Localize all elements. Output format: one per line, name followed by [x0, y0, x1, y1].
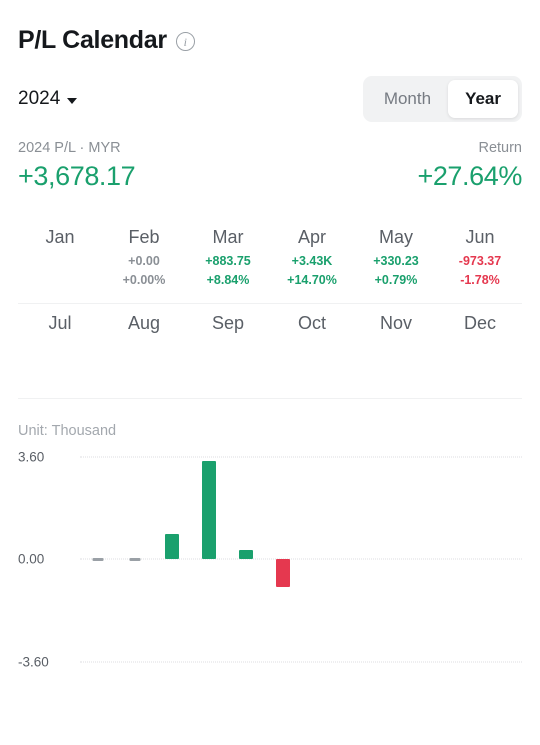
- chevron-down-icon: [67, 97, 78, 104]
- chart-bar-slot-mar[interactable]: [154, 457, 191, 662]
- chart-section: Unit: Thousand 3.60 0.00 -3.60: [18, 422, 522, 669]
- controls-row: 2024 Month Year: [18, 76, 522, 122]
- year-selector[interactable]: 2024: [18, 88, 78, 110]
- chart-bar-jun: [275, 559, 290, 587]
- month-name: Jan: [45, 227, 75, 247]
- return-value: +27.64%: [417, 161, 522, 191]
- chart-bar-slot-aug[interactable]: [338, 457, 375, 662]
- pl-value: +3,678.17: [18, 161, 136, 191]
- month-pct-value: +14.70%: [287, 273, 337, 288]
- pl-bar-chart: 3.60 0.00 -3.60: [18, 449, 522, 669]
- month-cell-aug[interactable]: Aug: [102, 304, 186, 398]
- chart-bar-slot-jun[interactable]: [264, 457, 301, 662]
- month-cell-sep[interactable]: Sep: [186, 304, 270, 398]
- month-name: Aug: [127, 312, 161, 333]
- month-pl-value: -973.37: [458, 253, 502, 268]
- info-circle-icon[interactable]: i: [175, 32, 195, 51]
- pl-label: 2024 P/L · MYR: [18, 140, 121, 156]
- month-cell-jul[interactable]: Jul: [18, 304, 102, 398]
- month-name: Jul: [48, 312, 72, 333]
- month-row-first-half: Jan Feb +0.00 +0.00% Mar +883.75 +8.84% Apr +3.4…: [18, 218, 522, 304]
- month-cell-may[interactable]: May +330.23 +0.79%: [354, 218, 438, 303]
- period-toggle: Month Year: [362, 76, 522, 122]
- month-row-second-half: Jul Aug Sep Oct Nov Dec: [18, 304, 522, 399]
- month-name: Jun: [465, 227, 495, 247]
- month-cell-dec[interactable]: Dec: [438, 304, 522, 398]
- chart-y-tick-label: 0.00: [18, 551, 45, 567]
- chart-bar-slot-jan[interactable]: [80, 457, 117, 662]
- month-pct-value: +0.00%: [122, 273, 166, 288]
- header: P/L Calendar i: [18, 0, 522, 52]
- chart-y-tick-label: 3.60: [18, 449, 45, 465]
- month-grid: Jan Feb +0.00 +0.00% Mar +883.75 +8.84% Apr +3.4…: [18, 218, 522, 399]
- chart-bar-feb: [129, 557, 141, 561]
- chart-bar-apr: [201, 461, 216, 560]
- month-name: Nov: [379, 312, 412, 333]
- chart-bar-slot-oct[interactable]: [412, 457, 449, 662]
- chart-bar-slot-apr[interactable]: [191, 457, 228, 662]
- chart-bar-slot-feb[interactable]: [117, 457, 154, 662]
- month-pl-value: +3.43K: [291, 253, 333, 268]
- month-pl-value: +0.00: [128, 253, 160, 268]
- month-name: May: [378, 227, 413, 247]
- month-pct-value: +8.84%: [206, 273, 250, 288]
- chart-bar-jan: [92, 557, 104, 561]
- chart-y-tick-label: -3.60: [18, 654, 49, 670]
- pl-calendar-page: P/L Calendar i 2024 Month Year 2024 P/L …: [0, 0, 540, 745]
- month-cell-mar[interactable]: Mar +883.75 +8.84%: [186, 218, 270, 303]
- month-cell-nov[interactable]: Nov: [354, 304, 438, 398]
- return-label: Return: [478, 140, 522, 156]
- month-cell-jun[interactable]: Jun -973.37 -1.78%: [438, 218, 522, 303]
- chart-bar-slot-jul[interactable]: [301, 457, 338, 662]
- month-name: Feb: [128, 227, 160, 247]
- year-selector-label: 2024: [18, 88, 61, 109]
- chart-bar-slot-nov[interactable]: [448, 457, 485, 662]
- month-pl-value: +883.75: [205, 253, 251, 268]
- chart-plot-area: [80, 457, 522, 662]
- chart-bar-slot-dec[interactable]: [485, 457, 522, 662]
- month-name: Apr: [297, 227, 326, 247]
- summary-block: 2024 P/L · MYR Return +3,678.17 +27.64%: [18, 140, 522, 192]
- tab-year[interactable]: Year: [448, 80, 518, 118]
- month-name: Oct: [297, 312, 326, 333]
- page-title: P/L Calendar: [18, 25, 167, 54]
- month-name: Dec: [463, 312, 496, 333]
- month-name: Sep: [211, 312, 245, 333]
- chart-bar-slot-sep[interactable]: [375, 457, 412, 662]
- month-pl-value: +330.23: [373, 253, 419, 268]
- month-pct-value: -1.78%: [460, 273, 500, 288]
- month-cell-apr[interactable]: Apr +3.43K +14.70%: [270, 218, 354, 303]
- chart-bar-slot-may[interactable]: [227, 457, 264, 662]
- month-cell-oct[interactable]: Oct: [270, 304, 354, 398]
- chart-bar-may: [238, 549, 253, 560]
- chart-unit-label: Unit: Thousand: [18, 422, 117, 439]
- month-cell-jan[interactable]: Jan: [18, 218, 102, 303]
- tab-month[interactable]: Month: [367, 80, 448, 118]
- chart-bar-mar: [165, 533, 180, 560]
- month-pct-value: +0.79%: [374, 273, 418, 288]
- month-name: Mar: [212, 227, 244, 247]
- month-cell-feb[interactable]: Feb +0.00 +0.00%: [102, 218, 186, 303]
